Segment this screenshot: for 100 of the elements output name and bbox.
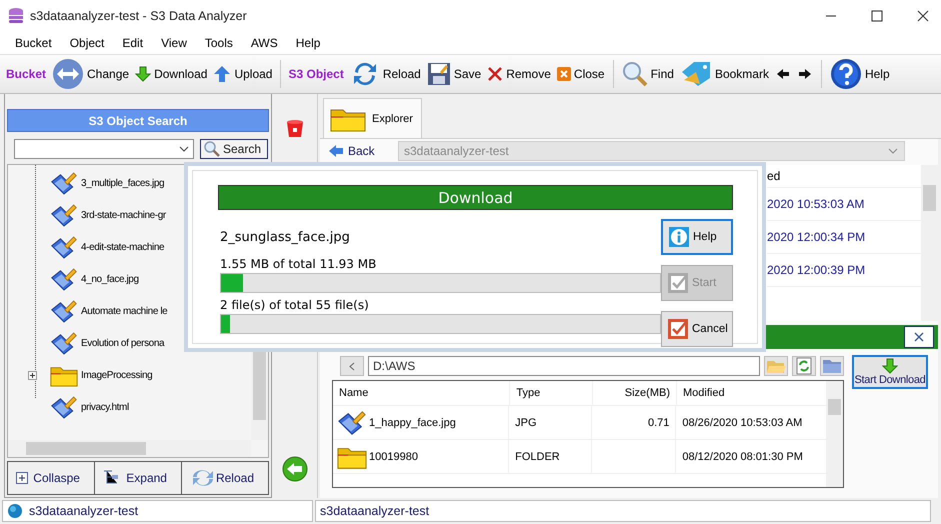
tree-item[interactable]: 3_multiple_faces.jpg <box>81 178 164 188</box>
x-mark-icon <box>487 66 504 82</box>
document-pencil-icon <box>50 298 78 324</box>
open-folder-icon <box>766 358 786 374</box>
checkbox-icon <box>668 319 688 339</box>
search-icon <box>204 141 220 157</box>
tree-item[interactable]: 4_no_face.jpg <box>81 274 139 284</box>
document-pencil-icon <box>50 394 78 420</box>
close-icon[interactable] <box>917 10 929 22</box>
window-title: s3dataanalyzer-test - S3 Data Analyzer <box>30 9 247 23</box>
toolbar-button[interactable]: Save <box>424 57 484 91</box>
column-header[interactable]: Size(MB) <box>592 381 678 405</box>
dialog-button[interactable]: Cancel <box>661 311 733 347</box>
refresh-icon <box>796 357 812 375</box>
dialog-button[interactable]: Help <box>661 219 733 255</box>
table-cell: 1_happy_face.jpg <box>369 416 456 428</box>
document-pencil-icon <box>50 170 78 196</box>
tree-item[interactable]: Automate machine le <box>81 306 168 316</box>
plus-box-icon <box>16 472 28 484</box>
toolbar-button[interactable]: Close <box>554 57 608 91</box>
tag-icon <box>680 60 712 88</box>
column-header[interactable]: Name <box>333 381 510 405</box>
toolbar-button[interactable]: Change <box>49 57 132 91</box>
back-button[interactable]: Back <box>328 142 398 160</box>
folder-icon <box>822 358 842 374</box>
toolbar-group-label: S3 Object <box>288 67 344 81</box>
table-cell: 2020 10:53:03 AM <box>767 197 864 211</box>
toolbar-button[interactable]: Upload <box>210 57 276 91</box>
swap-arrows-icon <box>52 58 84 90</box>
tree-button[interactable]: Collaspe <box>8 462 95 494</box>
back-arrow-icon <box>328 144 344 158</box>
status-text: s3dataanalyzer-test <box>320 504 430 518</box>
table-cell: FOLDER <box>515 450 560 462</box>
down-arrow-icon <box>882 358 898 374</box>
tree-item[interactable]: 4-edit-state-machine <box>81 242 164 252</box>
maximize-icon[interactable] <box>871 10 883 22</box>
toolbar-button[interactable]: Bookmark <box>676 57 772 91</box>
tree-item[interactable]: 3rd-state-machine-gr <box>81 210 166 220</box>
menu-item[interactable]: Edit <box>113 34 152 52</box>
back-arrow-icon[interactable] <box>776 68 790 80</box>
document-pencil-icon <box>50 330 78 356</box>
start-download-button[interactable]: Start Download <box>852 355 928 389</box>
toolbar-group-label: Bucket <box>6 67 46 81</box>
expand-icon[interactable] <box>28 370 37 380</box>
database-icon <box>8 7 24 25</box>
menu-item[interactable]: AWS <box>242 34 287 52</box>
forward-arrow-icon[interactable] <box>798 68 812 80</box>
toolbar-button[interactable]: Remove <box>484 57 554 91</box>
document-pencil-icon <box>50 202 78 228</box>
tab[interactable]: Explorer <box>323 98 422 138</box>
menu-item[interactable]: Bucket <box>6 34 61 52</box>
search-button[interactable]: Search <box>200 139 268 159</box>
tree-item[interactable]: ImageProcessing <box>81 370 152 380</box>
path-field[interactable]: D:\AWS <box>368 356 760 376</box>
toolbar-button[interactable]: Find <box>618 57 677 91</box>
table-cell: 10019980 <box>369 450 418 462</box>
status-text: s3dataanalyzer-test <box>29 504 138 518</box>
toolbar-button[interactable]: Reload <box>346 57 424 91</box>
search-icon <box>622 61 648 87</box>
document-pencil-icon <box>50 234 78 260</box>
dialog-title: Download <box>218 185 733 210</box>
menu-item[interactable]: View <box>152 34 196 52</box>
column-header[interactable]: Modified <box>677 381 826 405</box>
close-icon[interactable] <box>904 326 934 348</box>
toolbar-button[interactable]: Download <box>132 57 210 91</box>
column-header: ed <box>767 169 780 183</box>
table-cell: 2020 12:00:39 PM <box>767 263 866 277</box>
column-header[interactable]: Type <box>510 381 593 405</box>
tree-item[interactable]: Evolution of persona <box>81 338 164 348</box>
scrollbar[interactable] <box>921 165 938 321</box>
progress-label: 2 file(s) of total 55 file(s) <box>220 298 370 314</box>
down-arrow-icon <box>135 66 152 82</box>
tree-button[interactable]: Expand <box>94 462 182 494</box>
scrollbar[interactable] <box>826 381 843 487</box>
document-pencil-icon <box>337 408 367 436</box>
table-cell: 0.71 <box>648 416 670 428</box>
file-name: 2_sunglass_face.jpg <box>220 230 351 247</box>
progress-label: 1.55 MB of total 11.93 MB <box>220 257 378 273</box>
new-folder-button[interactable] <box>820 356 844 376</box>
scrollbar[interactable] <box>8 440 251 457</box>
close-icon <box>556 67 571 81</box>
document-pencil-icon <box>50 266 78 292</box>
refresh-button[interactable] <box>792 356 816 376</box>
menu-item[interactable]: Help <box>286 34 330 52</box>
info-icon <box>669 227 689 247</box>
search-panel-header: S3 Object Search <box>7 109 269 132</box>
table-cell: 08/26/2020 10:53:03 AM <box>682 416 802 428</box>
tree-item[interactable]: privacy.html <box>81 402 129 412</box>
dropdown-caret-icon <box>888 148 898 154</box>
toolbar-button[interactable]: Help <box>826 57 893 91</box>
search-combo-box[interactable] <box>14 139 194 159</box>
table-cell: JPG <box>515 416 537 428</box>
up-arrow-icon <box>213 65 232 83</box>
menu-item[interactable]: Object <box>60 34 114 52</box>
checkbox-icon <box>668 273 688 293</box>
chevron-left-icon <box>349 362 355 370</box>
bucket-icon[interactable] <box>284 118 304 138</box>
table-cell: 08/12/2020 08:01:30 PM <box>682 450 803 462</box>
menu-item[interactable]: Tools <box>196 34 242 52</box>
tree-button[interactable]: Reload <box>182 462 268 494</box>
